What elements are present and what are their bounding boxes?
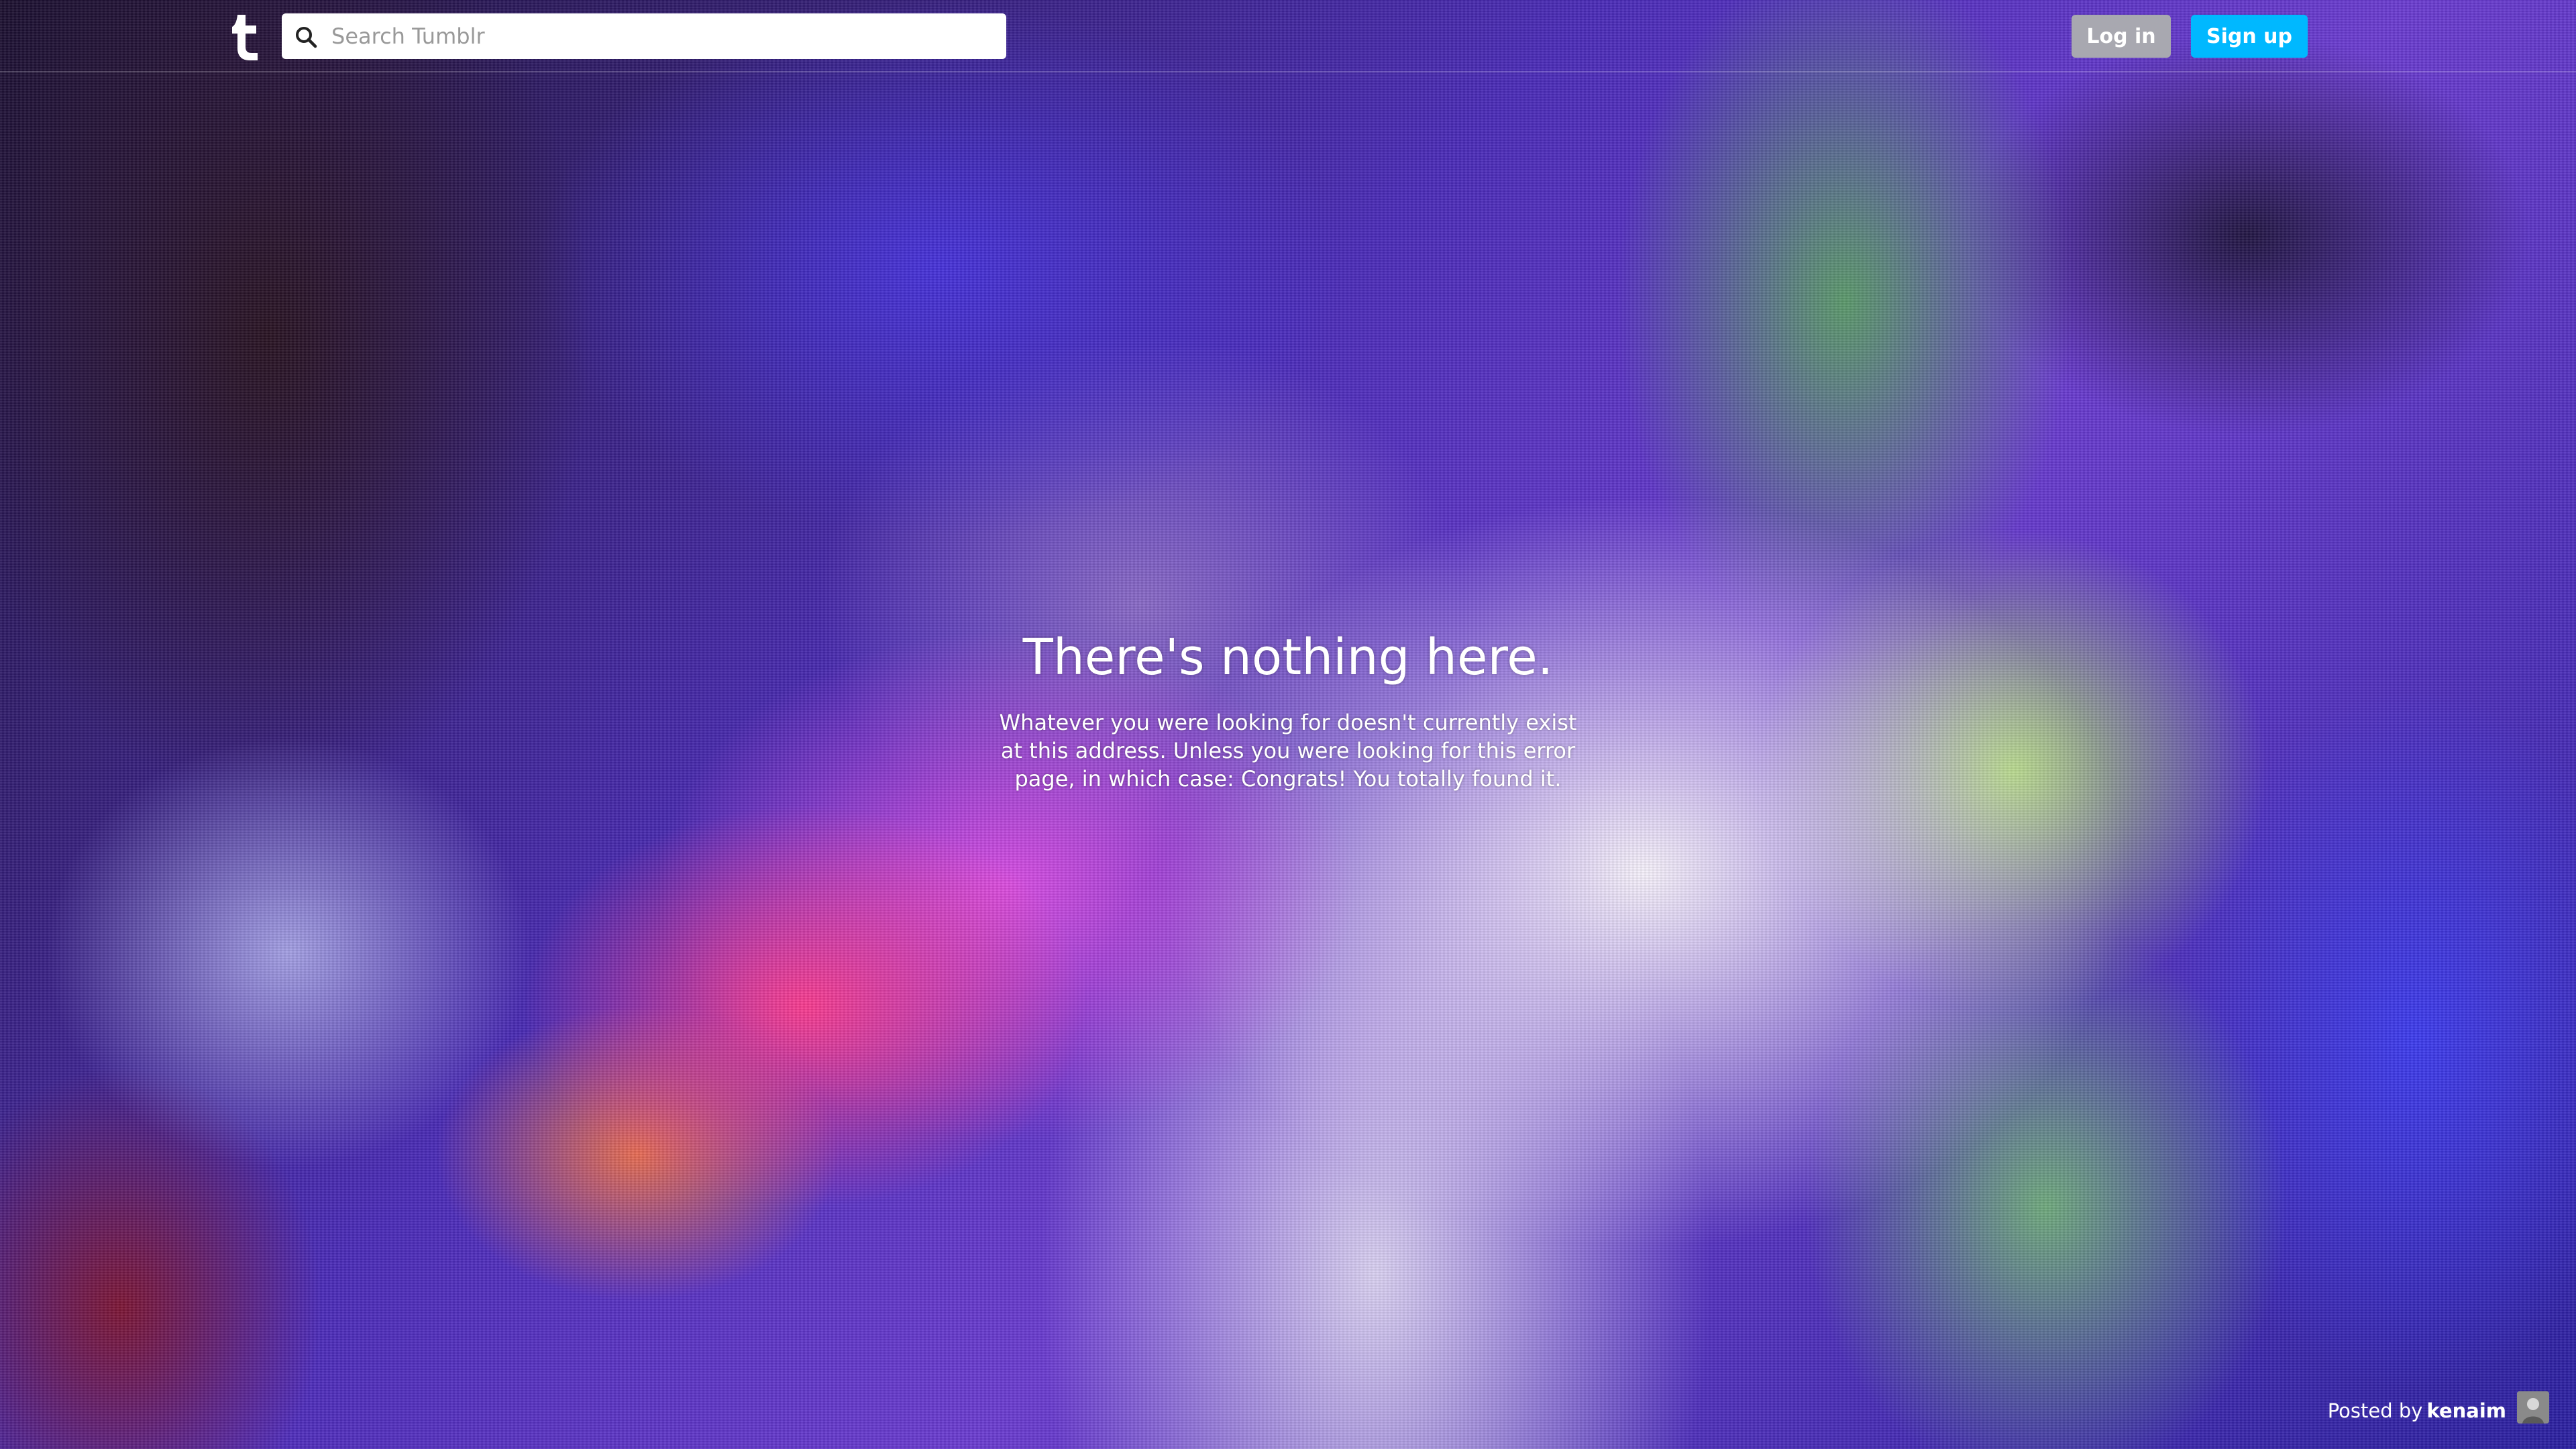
login-button[interactable]: Log in [2072, 15, 2171, 58]
error-message-block: There's nothing here. Whatever you were … [953, 624, 1623, 793]
error-title: There's nothing here. [1022, 629, 1554, 686]
author-link[interactable]: kenaim [2426, 1399, 2506, 1422]
search-icon [296, 27, 317, 48]
avatar-image [2517, 1391, 2549, 1424]
posted-by-credit[interactable]: Posted by kenaim [2328, 1394, 2506, 1428]
tumblr-logo-icon [232, 15, 258, 60]
search-box[interactable] [282, 13, 1006, 59]
signup-button[interactable]: Sign up [2191, 15, 2308, 58]
top-navigation-bar: Log in Sign up [0, 0, 2576, 72]
posted-by-label: Posted by [2327, 1399, 2423, 1422]
tumblr-logo[interactable] [228, 11, 268, 62]
avatar[interactable] [2517, 1391, 2549, 1424]
search-input[interactable] [331, 13, 996, 59]
error-description: Whatever you were looking for doesn't cu… [999, 710, 1577, 792]
